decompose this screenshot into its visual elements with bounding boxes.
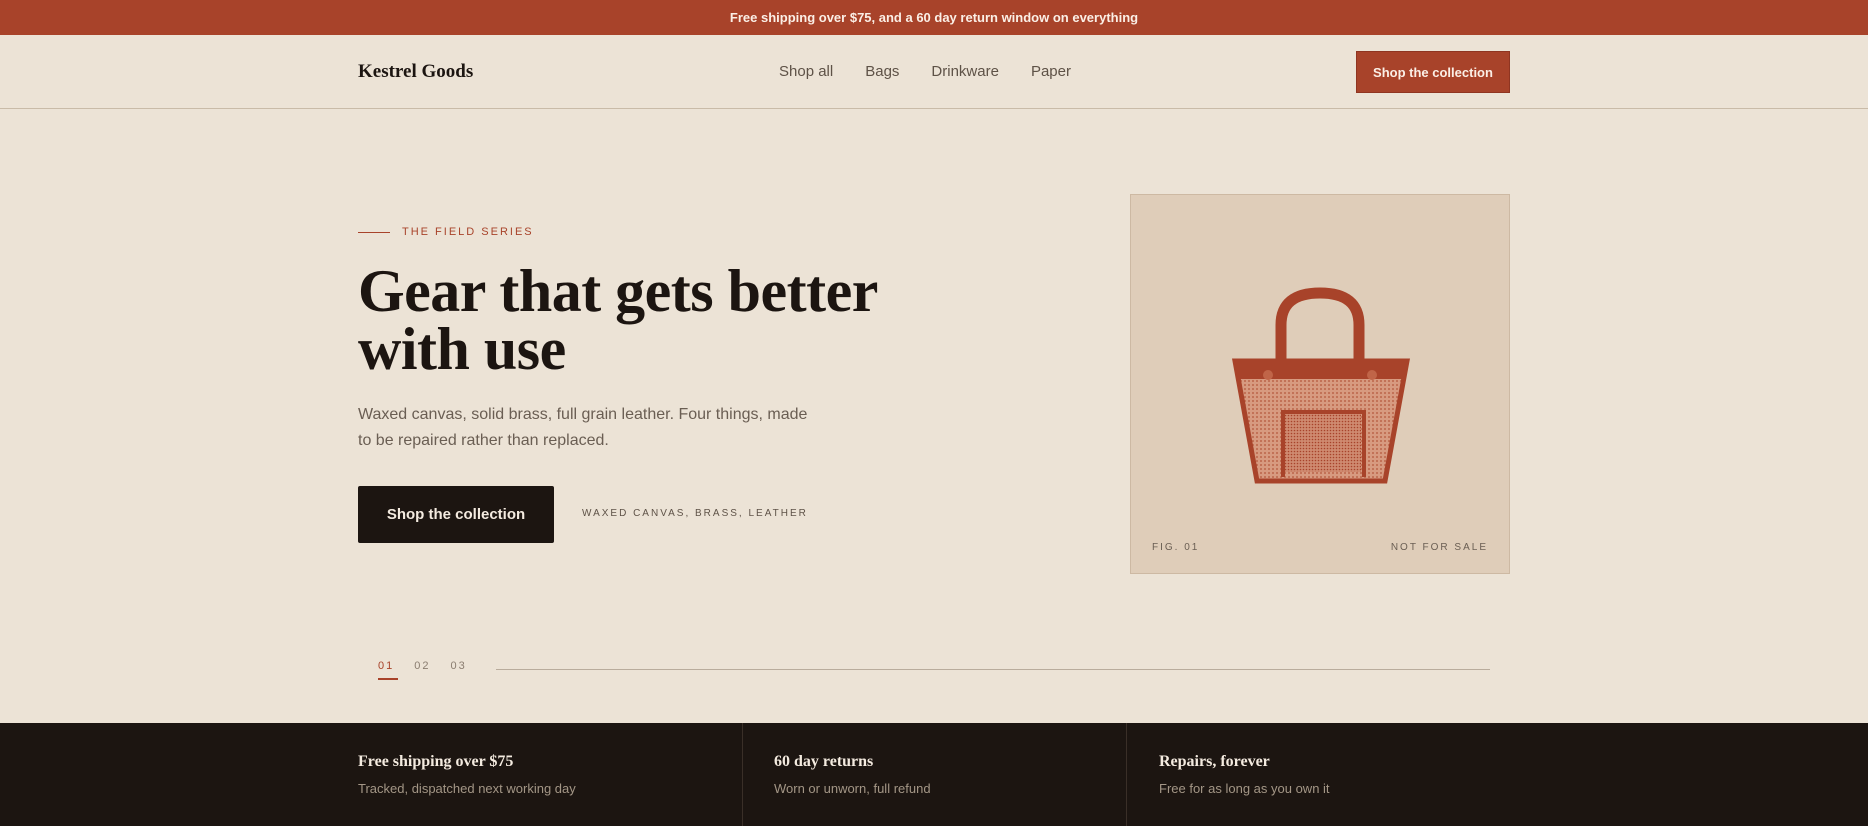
feature-text: Worn or unworn, full refund (774, 781, 931, 796)
feature-title: Free shipping over $75 (358, 753, 514, 770)
hero-title: Gear that gets better with use (358, 258, 877, 382)
slide-indicators: 01 02 03 (378, 660, 487, 680)
hero-subtitle: Waxed canvas, solid brass, full grain le… (358, 406, 808, 449)
figure-caption-left: FIG. 01 (1152, 542, 1200, 553)
figure-caption-right: NOT FOR SALE (1390, 542, 1488, 553)
slide-progress-line (496, 669, 1490, 670)
main-nav: Shop all Bags Drinkware Paper (779, 63, 1103, 80)
site-header: Kestrel Goods Shop all Bags Drinkware Pa… (0, 35, 1868, 109)
slide-indicator-3[interactable]: 03 (451, 660, 467, 680)
slide-indicator-1[interactable]: 01 (378, 660, 399, 680)
hero-eyebrow: THE FIELD SERIES (358, 226, 534, 238)
slide-indicator-2[interactable]: 02 (414, 660, 430, 680)
eyebrow-label: THE FIELD SERIES (402, 226, 534, 238)
hero-shop-button[interactable]: Shop the collection (358, 486, 554, 543)
announcement-text: Free shipping over $75, and a 60 day ret… (729, 10, 1139, 25)
nav-item-bags[interactable]: Bags (865, 63, 899, 80)
feature-text: Free for as long as you own it (1159, 781, 1330, 796)
eyebrow-rule (358, 231, 390, 233)
nav-item-paper[interactable]: Paper (1031, 63, 1071, 80)
nav-item-shop-all[interactable]: Shop all (779, 63, 833, 80)
features-strip: Free shipping over $75 Tracked, dispatch… (0, 723, 1868, 826)
brand-logo[interactable]: Kestrel Goods (358, 61, 473, 83)
feature-text: Tracked, dispatched next working day (358, 781, 576, 796)
feature-title: 60 day returns (774, 753, 874, 770)
nav-item-drinkware[interactable]: Drinkware (931, 63, 999, 80)
hero-materials: WAXED CANVAS, BRASS, LEATHER (582, 508, 808, 519)
feature-divider (1126, 723, 1127, 826)
header-shop-button[interactable]: Shop the collection (1356, 51, 1510, 93)
feature-title: Repairs, forever (1159, 753, 1270, 770)
announcement-bar: Free shipping over $75, and a 60 day ret… (0, 0, 1868, 35)
feature-divider (742, 723, 743, 826)
tote-bag-icon (1232, 287, 1410, 484)
figure-card: FIG. 01 NOT FOR SALE (1130, 194, 1510, 574)
